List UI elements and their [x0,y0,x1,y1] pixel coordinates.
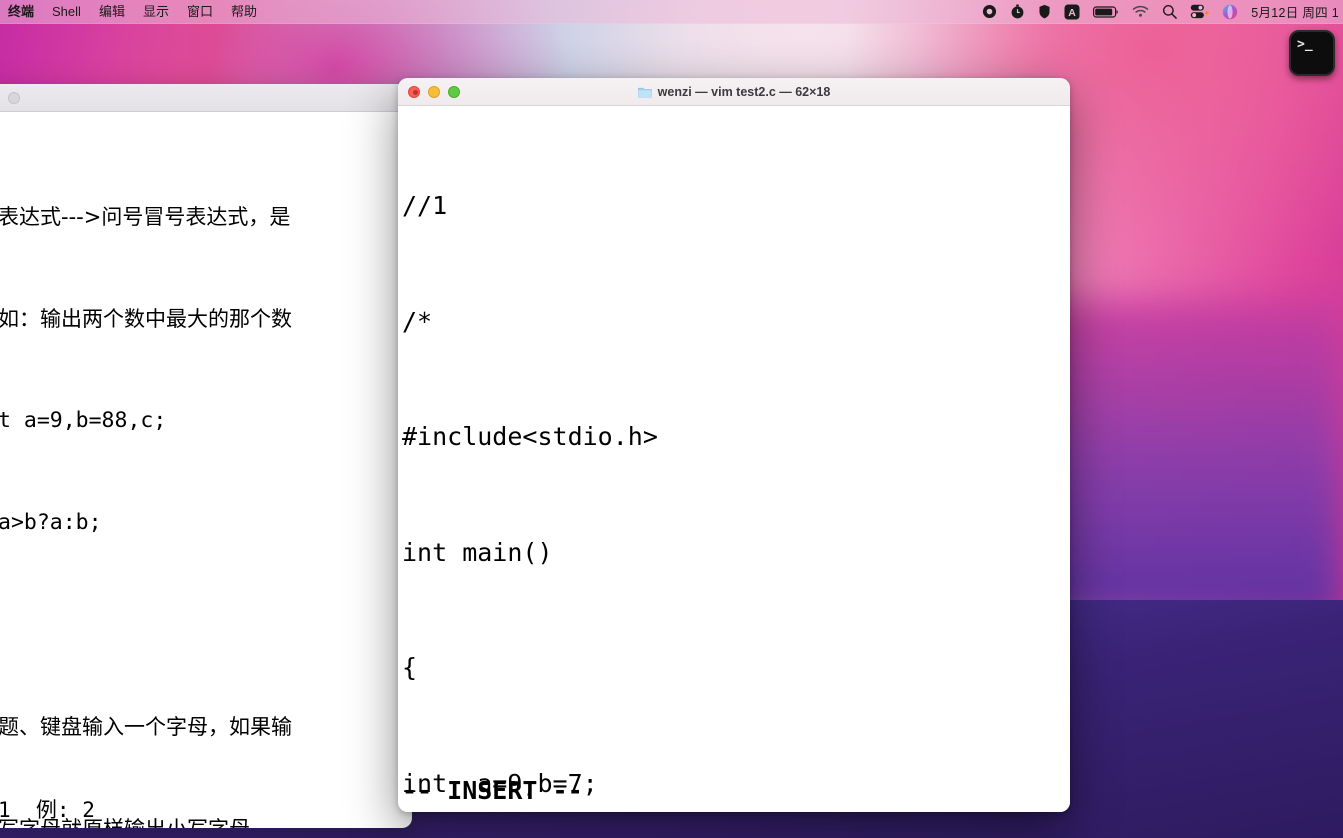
vim-line: { [402,653,418,682]
record-icon[interactable] [982,4,997,19]
bg-line: t a=9,b=88,c; [0,408,167,433]
desktop-terminal-icon[interactable]: >_ [1289,30,1335,76]
battery-icon[interactable] [1093,5,1119,19]
menu-bar-clock[interactable]: 5月12日 周四 1 [1251,2,1339,21]
background-window-content: 表达式--->问号冒号表达式，是 如：输出两个数中最大的那个数 t a=9,b=… [0,112,412,828]
menu-bar-left: 终端 Shell 编辑 显示 窗口 帮助 [0,0,257,24]
control-center-icon[interactable] [1190,4,1209,19]
background-window-titlebar[interactable] [0,84,412,112]
menu-bar: 终端 Shell 编辑 显示 窗口 帮助 A 5月12日 周四 1 [0,0,1343,24]
close-button[interactable] [408,85,420,98]
folder-icon [637,86,652,98]
terminal-prompt-glyph: >_ [1297,37,1313,52]
terminal-title-group: wenzi — vim test2.c — 62×18 [398,85,1070,99]
vim-line: int main() [402,537,553,567]
shield-icon[interactable] [1038,4,1051,19]
bg-partial-bottom-line: 1 例: 2 [0,798,95,822]
bg-line: 题、键盘输入一个字母，如果输 [0,715,292,739]
svg-text:A: A [1068,7,1076,19]
terminal-titlebar[interactable]: wenzi — vim test2.c — 62×18 [398,78,1070,106]
window-controls [408,85,460,98]
menu-item-help[interactable]: 帮助 [231,0,257,24]
zoom-button[interactable] [448,85,460,98]
minimize-button[interactable] [428,85,440,98]
vim-line: #include<stdio.h> [402,422,658,451]
background-text-window[interactable]: 表达式--->问号冒号表达式，是 如：输出两个数中最大的那个数 t a=9,b=… [0,84,412,828]
background-window-close-button[interactable] [8,91,20,104]
bg-line: 表达式--->问号冒号表达式，是 [0,205,291,229]
bg-line [0,608,412,642]
search-icon[interactable] [1162,4,1178,19]
terminal-title-text: wenzi — vim test2.c — 62×18 [657,84,831,99]
terminal-window[interactable]: wenzi — vim test2.c — 62×18 //1 /* #incl… [398,78,1070,812]
stopwatch-icon[interactable] [1010,4,1025,19]
vim-line: //1 [402,191,448,220]
menu-item-view[interactable]: 显示 [143,0,169,24]
menu-bar-status-area: A 5月12日 周四 1 [982,2,1343,21]
siri-icon[interactable] [1222,4,1238,20]
menu-item-shell[interactable]: Shell [52,0,81,24]
vim-status-line: -- INSERT -- [402,775,583,805]
menu-item-terminal[interactable]: 终端 [8,0,34,24]
input-source-icon[interactable]: A [1064,4,1080,20]
menu-item-edit[interactable]: 编辑 [99,0,125,24]
vim-line: /* [402,306,433,336]
terminal-content[interactable]: //1 /* #include<stdio.h> int main() { in… [398,106,1070,812]
bg-line: 如：输出两个数中最大的那个数 [0,307,292,331]
menu-item-window[interactable]: 窗口 [187,0,213,24]
bg-line: a>b?a:b; [0,510,102,535]
wifi-icon[interactable] [1132,5,1149,18]
